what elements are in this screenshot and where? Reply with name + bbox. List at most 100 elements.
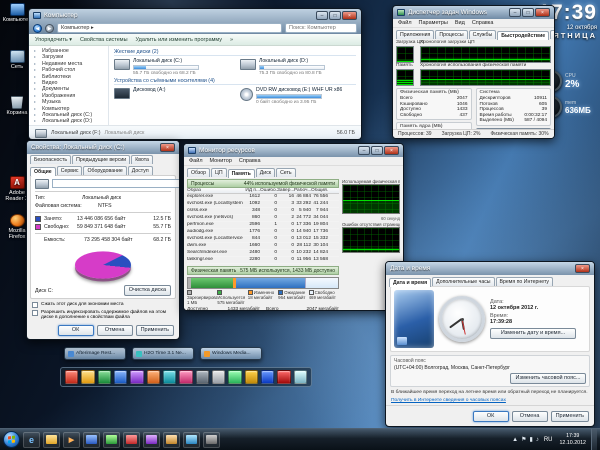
menu-view[interactable]: Вид bbox=[455, 20, 465, 26]
network-icon[interactable]: ▮ bbox=[530, 437, 533, 443]
taskbar-app-icon[interactable] bbox=[203, 431, 220, 448]
tab-hardware[interactable]: Оборудование bbox=[83, 166, 127, 175]
drive-item-a[interactable]: Дисковод (A:) bbox=[114, 87, 230, 105]
tab-performance[interactable]: Быстродействие bbox=[497, 31, 550, 40]
drive-item-e[interactable]: DVD RW дисковод (E:) WHF UR x86 0 байт с… bbox=[240, 87, 356, 105]
column-header[interactable]: ИД п... bbox=[243, 188, 260, 193]
disk-properties-dialog[interactable]: Свойства: Локальный диск (C:) × Безопасн… bbox=[26, 140, 180, 340]
process-row[interactable]: taskmgr.exe 2280 0 0 11 956 13 568 bbox=[187, 257, 339, 264]
tab-tools[interactable]: Сервис bbox=[56, 166, 83, 175]
menu-help[interactable]: Справка bbox=[472, 20, 494, 26]
nav-item-disk-d[interactable]: Локальный диск (D:) bbox=[33, 118, 108, 125]
column-header[interactable]: Завер... bbox=[277, 188, 294, 193]
task-manager-window[interactable]: Диспетчер задач Windows – □ × Файл Парам… bbox=[392, 5, 555, 139]
start-button[interactable] bbox=[3, 431, 20, 448]
tab-network[interactable]: Сеть bbox=[276, 168, 296, 177]
menu-options[interactable]: Параметры bbox=[419, 20, 448, 26]
maximize-button[interactable]: □ bbox=[371, 146, 383, 155]
back-button[interactable]: ◀ bbox=[33, 23, 42, 33]
ie-icon[interactable]: e bbox=[23, 431, 40, 448]
cancel-button[interactable]: Отмена bbox=[511, 410, 548, 422]
index-checkbox-row[interactable]: Разрешить индексировать содержимое файло… bbox=[32, 310, 174, 321]
process-row[interactable]: audiodg.exe 1776 0 0 14 940 17 736 bbox=[187, 229, 339, 236]
tab-previous-versions[interactable]: Предыдущие версии bbox=[72, 155, 131, 164]
process-row[interactable]: csrss.exe 348 0 0 5 940 7 944 bbox=[187, 208, 339, 215]
show-desktop-button[interactable] bbox=[591, 428, 597, 450]
quicklaunch-icon[interactable] bbox=[228, 370, 242, 384]
taskbar-app-icon[interactable] bbox=[143, 431, 160, 448]
minimize-button[interactable]: – bbox=[316, 11, 328, 20]
taskbar-app-icon[interactable] bbox=[103, 431, 120, 448]
quicklaunch-icon[interactable] bbox=[146, 370, 160, 384]
quicklaunch-icon[interactable] bbox=[97, 370, 111, 384]
cancel-button[interactable]: Отмена bbox=[96, 324, 133, 336]
apply-button[interactable]: Применить bbox=[135, 324, 174, 336]
tab-quota[interactable]: Квота bbox=[131, 155, 153, 164]
quicklaunch-icon[interactable] bbox=[162, 370, 177, 384]
menu-monitor[interactable]: Монитор bbox=[210, 158, 232, 164]
explorer-window[interactable]: Компьютер – □ × ◀ ▶ Компьютер ▸ Упорядоч… bbox=[28, 8, 362, 140]
maximize-button[interactable]: □ bbox=[329, 11, 341, 20]
column-header[interactable]: Ошибо... bbox=[260, 188, 277, 193]
quicklaunch-icon[interactable] bbox=[113, 370, 128, 384]
process-row[interactable]: perfmon.exe 2596 1 0 17 336 19 804 bbox=[187, 222, 339, 229]
ok-button[interactable]: ОК bbox=[57, 324, 94, 336]
quicklaunch-icon[interactable] bbox=[260, 370, 275, 384]
taskbar-app-icon[interactable] bbox=[183, 431, 200, 448]
tab-network[interactable]: Сеть bbox=[550, 30, 554, 39]
close-button[interactable]: × bbox=[342, 11, 357, 20]
volume-icon[interactable]: ♪ bbox=[536, 437, 539, 443]
tab-internet-time[interactable]: Время по Интернету bbox=[495, 277, 554, 286]
language-indicator[interactable]: RU bbox=[542, 437, 555, 443]
more-commands-button[interactable]: » bbox=[230, 37, 233, 43]
search-input[interactable] bbox=[285, 23, 357, 33]
quicklaunch-icon[interactable] bbox=[81, 370, 95, 384]
close-button[interactable]: × bbox=[160, 143, 175, 152]
quicklaunch-icon[interactable] bbox=[179, 370, 193, 384]
process-row[interactable]: dwm.exe 1660 0 0 28 112 30 104 bbox=[187, 243, 339, 250]
process-row[interactable]: svchost.exe (LocalService...) 844 0 0 13 012… bbox=[187, 236, 339, 243]
change-timezone-button[interactable]: Изменить часовой пояс... bbox=[510, 373, 586, 384]
close-button[interactable]: × bbox=[384, 146, 399, 155]
tab-security[interactable]: Безопасность bbox=[30, 155, 72, 164]
drive-item-c[interactable]: Локальный диск (C:) 55.7 ГБ свободно из … bbox=[114, 58, 230, 76]
column-header[interactable]: Образ bbox=[187, 188, 243, 193]
taskbar-clock[interactable]: 17:39 12.10.2012 bbox=[557, 433, 588, 445]
menu-file[interactable]: Файл bbox=[398, 20, 412, 26]
tab-memory[interactable]: Память bbox=[227, 169, 255, 178]
column-header[interactable]: Рабоч... bbox=[294, 188, 311, 193]
close-button[interactable]: × bbox=[535, 8, 550, 17]
quicklaunch-icon[interactable] bbox=[244, 370, 258, 384]
date-time-dialog[interactable]: Дата и время × Дата и время Дополнительн… bbox=[385, 261, 595, 427]
system-properties-button[interactable]: Свойства системы bbox=[80, 37, 128, 43]
change-date-time-button[interactable]: Изменить дату и время... bbox=[490, 328, 576, 339]
quicklaunch-icon[interactable] bbox=[277, 370, 291, 384]
menu-file[interactable]: Файл bbox=[189, 158, 203, 164]
processes-section-header[interactable]: Процессы 44% используемой физической пам… bbox=[187, 179, 339, 188]
process-row[interactable]: svchost.exe (LocalSystemN...) 1092 0 333 29… bbox=[187, 201, 339, 208]
quicklaunch-icon[interactable] bbox=[65, 370, 79, 384]
tab-cpu[interactable]: ЦП bbox=[210, 168, 227, 177]
address-bar[interactable]: Компьютер ▸ bbox=[57, 23, 282, 33]
timezone-info-link[interactable]: Получить в Интернете сведения о часовых … bbox=[391, 398, 589, 403]
column-header[interactable]: Общий... bbox=[311, 188, 328, 193]
resource-monitor-window[interactable]: Монитор ресурсов – □ × Файл Монитор Спра… bbox=[183, 143, 404, 311]
group-header-removable[interactable]: Устройства со съёмными носителями (4) bbox=[114, 78, 356, 85]
uninstall-button[interactable]: Удалить или изменить программу bbox=[136, 37, 222, 43]
taskbar-app-icon[interactable] bbox=[83, 431, 100, 448]
process-row[interactable]: explorer.exe 1612 0 16 46 884 76 556 bbox=[187, 194, 339, 201]
tab-additional-clocks[interactable]: Дополнительные часы bbox=[432, 277, 495, 286]
maximize-button[interactable]: □ bbox=[522, 8, 534, 17]
media-player-icon[interactable]: ▶ bbox=[63, 431, 80, 448]
action-center-icon[interactable]: ⚑ bbox=[521, 437, 526, 443]
process-row[interactable]: SearchIndexer.exe 2480 0 0 10 232 14 824 bbox=[187, 250, 339, 257]
process-row[interactable]: svchost.exe (netsvcs) 860 0 2 24 772 34 044 bbox=[187, 215, 339, 222]
menu-help[interactable]: Справка bbox=[239, 158, 261, 164]
tab-date-time[interactable]: Дата и время bbox=[389, 278, 432, 287]
tab-processes[interactable]: Процессы bbox=[435, 30, 468, 39]
apply-button[interactable]: Применить bbox=[550, 410, 589, 422]
memory-section-header[interactable]: Физическая память 575 МБ используется, 1… bbox=[187, 266, 339, 275]
group-header-hard-disks[interactable]: Жесткие диски (2) bbox=[114, 49, 356, 56]
mini-window-wmp[interactable]: Windows Media... bbox=[200, 347, 262, 360]
tab-disk[interactable]: Диск bbox=[255, 168, 276, 177]
